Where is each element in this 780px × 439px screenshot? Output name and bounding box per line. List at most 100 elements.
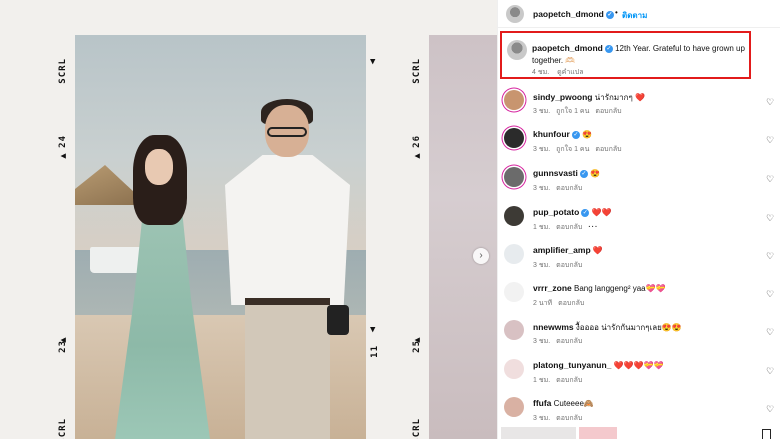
reply-button[interactable]: ตอบกลับ bbox=[556, 338, 582, 345]
reply-button[interactable]: ตอบกลับ bbox=[556, 415, 582, 422]
film-frame-number: 25 bbox=[412, 340, 422, 353]
comment-username[interactable]: sindy_pwoong bbox=[533, 92, 593, 102]
comment-row: vrrr_zone Bang langgeng² yaa💝💝 2 นาที ตอบก… bbox=[498, 278, 780, 317]
reply-button[interactable]: ตอบกลับ bbox=[558, 300, 584, 307]
caption-time[interactable]: 4 ชม. bbox=[532, 69, 549, 76]
translate-link[interactable]: ดูคำแปล bbox=[557, 69, 583, 76]
heart-icon[interactable]: ♡ bbox=[766, 366, 774, 377]
comments-panel: paopetch_dmond ✓ • ติดตาม paopetch_dmond ✓… bbox=[497, 0, 780, 439]
comment-text: งื้ออออ น่ารักกันมากๆเลย😍😍 bbox=[575, 323, 682, 332]
reply-button[interactable]: ตอบกลับ bbox=[556, 185, 582, 192]
film-strip-left: SCRL 24 ▲ ▲ 23 SCRL bbox=[58, 0, 74, 439]
more-options-icon[interactable]: ··· bbox=[588, 224, 598, 231]
comment-username[interactable]: nnewwms bbox=[533, 322, 574, 332]
heart-icon[interactable]: ♡ bbox=[766, 289, 774, 300]
comment-username[interactable]: gunnsvasti bbox=[533, 168, 578, 178]
avatar[interactable] bbox=[504, 90, 524, 110]
film-arrow-icon: ▼ bbox=[370, 57, 376, 67]
reply-button[interactable]: ตอบกลับ bbox=[595, 146, 621, 153]
comment-username[interactable]: vrrr_zone bbox=[533, 283, 572, 293]
comment-username[interactable]: pup_potato bbox=[533, 207, 579, 217]
film-arrow-icon: ▲ bbox=[58, 153, 69, 159]
comment-row: nnewwms งื้ออออ น่ารักกันมากๆเลย😍😍 3 ชม. ต… bbox=[498, 316, 780, 355]
film-strip-right: ▼ ▼ 11 bbox=[366, 0, 382, 439]
comment-time[interactable]: 3 ชม. bbox=[533, 185, 550, 192]
username-text[interactable]: paopetch_dmond bbox=[533, 9, 604, 19]
comment-likes[interactable]: ถูกใจ 1 คน bbox=[556, 108, 589, 115]
avatar[interactable] bbox=[504, 320, 524, 340]
reply-button[interactable]: ตอบกลับ bbox=[595, 108, 621, 115]
chevron-right-icon[interactable]: › bbox=[473, 248, 489, 264]
comment-body: nnewwms งื้ออออ น่ารักกันมากๆเลย😍😍 bbox=[533, 321, 763, 334]
comment-time[interactable]: 3 ชม. bbox=[533, 146, 550, 153]
comment-row: gunnsvasti ✓ 😍 3 ชม. ตอบกลับ ♡ bbox=[498, 163, 780, 202]
comment-meta: 1 ชม. ตอบกลับ ··· bbox=[533, 222, 604, 233]
comment-time[interactable]: 3 ชม. bbox=[533, 108, 550, 115]
film-arrow-icon: ▼ bbox=[370, 325, 376, 335]
reply-button[interactable]: ตอบกลับ bbox=[556, 262, 582, 269]
header-username[interactable]: paopetch_dmond ✓ bbox=[533, 9, 614, 19]
comment-text: 😍 bbox=[590, 169, 601, 178]
comment-row: platong_tunyanun_ ❤️❤️❤️💝💝 1 ชม. ตอบกลับ ♡ bbox=[498, 355, 780, 394]
comment-meta: 1 ชม. ตอบกลับ bbox=[533, 375, 588, 386]
film-strip-next: SCRL 26 ▲ ▲ 25 SCRL bbox=[412, 0, 428, 439]
comment-time[interactable]: 3 ชม. bbox=[533, 338, 550, 345]
bookmark-icon[interactable] bbox=[762, 429, 771, 439]
comment-body: sindy_pwoong น่ารักมากๆ ❤️ bbox=[533, 91, 763, 104]
comment-text: Bang langgeng² yaa💝💝 bbox=[573, 284, 666, 293]
post-header: paopetch_dmond ✓ • ติดตาม bbox=[498, 0, 780, 28]
comment-meta: 3 ชม. ตอบกลับ bbox=[533, 413, 588, 424]
follow-button[interactable]: ติดตาม bbox=[622, 9, 647, 22]
caption-meta: 4 ชม. ดูคำแปล bbox=[532, 67, 590, 78]
heart-icon[interactable]: ♡ bbox=[766, 213, 774, 224]
comment-username[interactable]: platong_tunyanun_ bbox=[533, 360, 611, 370]
comment-username[interactable]: amplifier_amp bbox=[533, 245, 591, 255]
avatar[interactable] bbox=[504, 397, 524, 417]
caption-highlight: paopetch_dmond ✓ 12th Year. Grateful to h… bbox=[500, 31, 751, 79]
comment-likes[interactable]: ถูกใจ 1 คน bbox=[556, 146, 589, 153]
thumbnail[interactable] bbox=[579, 427, 617, 439]
film-label: SCRL bbox=[58, 58, 68, 84]
reply-button[interactable]: ตอบกลับ bbox=[556, 377, 582, 384]
avatar[interactable] bbox=[504, 167, 524, 187]
verified-badge-icon: ✓ bbox=[579, 169, 588, 178]
reply-button[interactable]: ตอบกลับ bbox=[556, 224, 582, 231]
film-frame-number: 26 bbox=[412, 135, 422, 148]
avatar[interactable] bbox=[506, 5, 524, 23]
heart-icon[interactable]: ♡ bbox=[766, 174, 774, 185]
heart-icon[interactable]: ♡ bbox=[766, 404, 774, 415]
caption-username[interactable]: paopetch_dmond bbox=[532, 43, 603, 53]
comment-username[interactable]: khunfour bbox=[533, 129, 570, 139]
avatar[interactable] bbox=[504, 359, 524, 379]
comment-body: khunfour ✓ 😍 bbox=[533, 129, 763, 139]
avatar[interactable] bbox=[507, 40, 527, 60]
separator-dot: • bbox=[615, 8, 618, 17]
verified-badge-icon: ✓ bbox=[571, 130, 580, 139]
comment-meta: 3 ชม. ตอบกลับ bbox=[533, 183, 588, 194]
avatar[interactable] bbox=[504, 244, 524, 264]
film-frame-number: 24 bbox=[58, 135, 68, 148]
heart-icon[interactable]: ♡ bbox=[766, 135, 774, 146]
comment-row: khunfour ✓ 😍 3 ชม. ถูกใจ 1 คน ตอบกลับ ♡ bbox=[498, 124, 780, 163]
comment-time[interactable]: 3 ชม. bbox=[533, 262, 550, 269]
comment-body: amplifier_amp ❤️ bbox=[533, 245, 763, 255]
avatar[interactable] bbox=[504, 206, 524, 226]
heart-icon[interactable]: ♡ bbox=[766, 97, 774, 108]
comment-time[interactable]: 2 นาที bbox=[533, 300, 552, 307]
avatar[interactable] bbox=[504, 282, 524, 302]
post-media: SCRL 24 ▲ ▲ 23 SCRL ▼ ▼ 11 SCRL 26 ▲ ▲ 2… bbox=[0, 0, 497, 439]
comment-username[interactable]: ffufa bbox=[533, 398, 551, 408]
comment-row: sindy_pwoong น่ารักมากๆ ❤️ 3 ชม. ถูกใจ 1 ค… bbox=[498, 86, 780, 125]
comment-time[interactable]: 3 ชม. bbox=[533, 415, 550, 422]
verified-badge-icon: ✓ bbox=[581, 208, 590, 217]
caption: paopetch_dmond ✓ 12th Year. Grateful to h… bbox=[532, 42, 747, 67]
comment-time[interactable]: 1 ชม. bbox=[533, 224, 550, 231]
film-label: SCRL bbox=[412, 418, 422, 439]
thumbnail[interactable] bbox=[501, 427, 576, 439]
heart-icon[interactable]: ♡ bbox=[766, 327, 774, 338]
heart-icon[interactable]: ♡ bbox=[766, 251, 774, 262]
avatar[interactable] bbox=[504, 128, 524, 148]
panel-footer bbox=[498, 427, 780, 439]
film-label: SCRL bbox=[412, 58, 422, 84]
comment-time[interactable]: 1 ชม. bbox=[533, 377, 550, 384]
